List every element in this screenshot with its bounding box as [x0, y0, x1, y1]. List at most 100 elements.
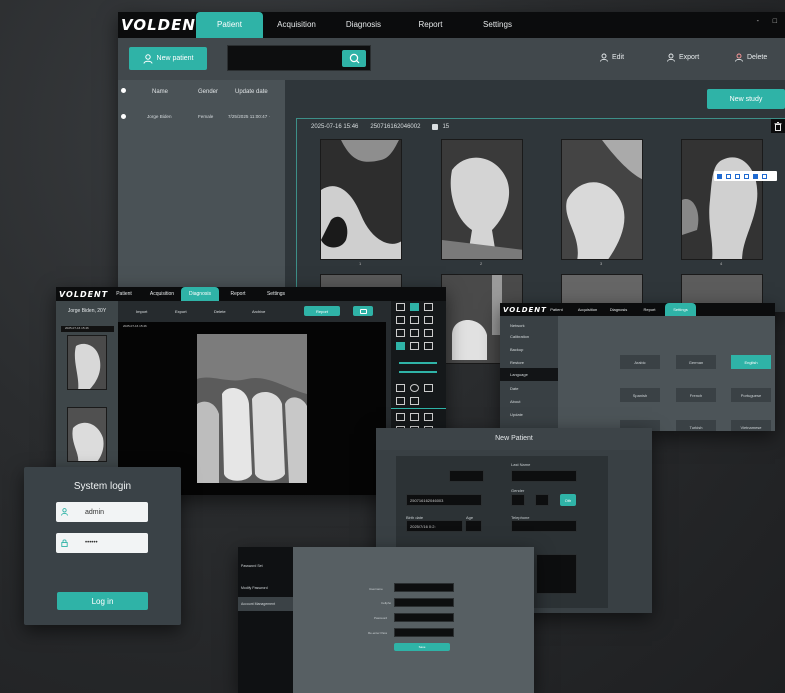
tab-settings[interactable]: Settings [257, 287, 295, 301]
tool-icon[interactable] [762, 173, 767, 179]
ellipse-tool-icon[interactable] [410, 384, 419, 392]
sidebar-item-password-set[interactable]: Password Set [238, 547, 293, 577]
mirror-tool-icon[interactable] [424, 329, 433, 337]
xray-thumbnail[interactable] [441, 139, 523, 260]
username-input[interactable]: admin [56, 502, 148, 522]
grid-tool-icon[interactable] [424, 316, 433, 324]
rectangle-tool-icon[interactable] [424, 384, 433, 392]
select-all-radio[interactable] [121, 88, 126, 93]
xray-thumbnail[interactable] [561, 274, 643, 304]
patient-id-field[interactable]: 250716162046003 [406, 494, 482, 506]
brightness-slider[interactable] [399, 362, 437, 364]
table-row[interactable]: Jorge Biden Female 7/25/2025 11:00:47 · [118, 106, 285, 128]
xray-thumbnail[interactable] [561, 139, 643, 260]
flip-tool-icon[interactable] [410, 329, 419, 337]
new-patient-button[interactable]: New patient [129, 47, 207, 70]
gender-other-button[interactable]: Oth [560, 494, 576, 506]
gender-male-button[interactable] [511, 494, 525, 506]
sidebar-item-calibration[interactable]: Calibration [500, 329, 558, 342]
xray-thumbnail[interactable] [67, 407, 107, 462]
zoom-tool-icon[interactable] [396, 316, 405, 324]
sidebar-item-language[interactable]: Language [500, 368, 558, 381]
tab-patient[interactable]: Patient [541, 303, 572, 316]
row-radio[interactable] [121, 114, 126, 119]
archive-button[interactable]: Archive [252, 309, 265, 314]
filter-tool-icon[interactable] [396, 413, 405, 421]
tool-icon[interactable] [726, 173, 731, 179]
tab-settings[interactable]: Settings [464, 12, 531, 38]
language-portuguese[interactable]: Portuguese [731, 388, 771, 402]
tab-diagnosis[interactable]: Diagnosis [330, 12, 397, 38]
export-button[interactable]: Export [175, 309, 187, 314]
tab-diagnosis[interactable]: Diagnosis [181, 287, 219, 301]
age-field[interactable] [465, 520, 482, 532]
tab-report[interactable]: Report [397, 12, 464, 38]
sidebar-item-backup[interactable]: Backup [500, 342, 558, 355]
language-arabic[interactable]: Arabic [620, 355, 660, 369]
save-button[interactable]: Save [394, 643, 450, 651]
contrast-slider[interactable] [399, 371, 437, 373]
cellphone-field[interactable] [394, 598, 454, 607]
xray-thumbnail[interactable] [320, 139, 402, 260]
tab-report[interactable]: Report [634, 303, 665, 316]
import-button[interactable]: Import [136, 309, 147, 314]
tab-acquisition[interactable]: Acquisition [572, 303, 603, 316]
export-button[interactable]: Export [667, 53, 699, 62]
delete-button[interactable]: Delete [214, 309, 226, 314]
tab-diagnosis[interactable]: Diagnosis [603, 303, 634, 316]
gender-female-button[interactable] [535, 494, 549, 506]
sidebar-item-modify-password[interactable]: Modify Password [238, 577, 293, 597]
save-tool-icon[interactable] [424, 303, 433, 311]
tab-report[interactable]: Report [219, 287, 257, 301]
edit-button[interactable]: Edit [600, 53, 624, 62]
tab-acquisition[interactable]: Acquisition [143, 287, 181, 301]
tab-patient[interactable]: Patient [105, 287, 143, 301]
login-button[interactable]: Log in [57, 592, 148, 610]
sidebar-item-update[interactable]: Update [500, 407, 558, 420]
tab-acquisition[interactable]: Acquisition [263, 12, 330, 38]
reenter-password-field[interactable] [394, 628, 454, 637]
search-button[interactable] [342, 50, 366, 67]
language-english[interactable]: English [731, 355, 771, 369]
minimize-button[interactable]: - [757, 18, 759, 25]
filter-tool-icon[interactable] [424, 413, 433, 421]
tool-icon[interactable] [744, 173, 749, 179]
angle-tool-icon[interactable] [396, 397, 405, 405]
sharpen-tool-icon[interactable] [424, 342, 433, 350]
tool-icon[interactable] [735, 173, 740, 179]
sidebar-item-about[interactable]: About [500, 394, 558, 407]
maximize-button[interactable]: □ [773, 18, 777, 25]
new-study-button[interactable]: New study [707, 89, 785, 109]
tab-patient[interactable]: Patient [196, 12, 263, 38]
report-button[interactable]: Report [304, 306, 340, 316]
sidebar-item-account-management[interactable]: Account Management [238, 597, 293, 611]
tool-icon[interactable] [753, 173, 758, 179]
sidebar-item-date[interactable]: Date [500, 381, 558, 394]
sidebar-item-network[interactable]: Network [500, 316, 558, 329]
language-turkish[interactable]: Turkish [676, 420, 716, 431]
tool-icon[interactable] [717, 173, 722, 179]
password-field[interactable] [394, 613, 454, 622]
language-german[interactable]: German [676, 355, 716, 369]
language-spanish[interactable]: Spanish [620, 388, 660, 402]
xray-thumbnail[interactable] [681, 139, 763, 260]
xray-thumbnail[interactable] [67, 335, 107, 390]
search-input[interactable] [227, 45, 371, 71]
tab-settings[interactable]: Settings [665, 303, 696, 316]
xray-thumbnail[interactable] [681, 274, 763, 304]
contrast-tool-icon[interactable] [396, 342, 405, 350]
undo-tool-icon[interactable] [396, 303, 405, 311]
text-tool-icon[interactable] [410, 397, 419, 405]
delete-study-button[interactable] [771, 119, 785, 133]
delete-button[interactable]: Delete [735, 53, 767, 62]
first-name-field[interactable] [449, 470, 484, 482]
study-date-left[interactable]: 2025-07-16 15:46 [61, 326, 114, 332]
fit-tool-icon[interactable] [410, 316, 419, 324]
password-input[interactable]: •••••• [56, 533, 148, 553]
telephone-field[interactable] [511, 520, 577, 532]
invert-tool-icon[interactable] [410, 342, 419, 350]
pan-tool-icon[interactable] [410, 303, 419, 311]
sidebar-item-restore[interactable]: Restore [500, 355, 558, 368]
camera-button[interactable] [353, 306, 373, 316]
rotate-tool-icon[interactable] [396, 329, 405, 337]
